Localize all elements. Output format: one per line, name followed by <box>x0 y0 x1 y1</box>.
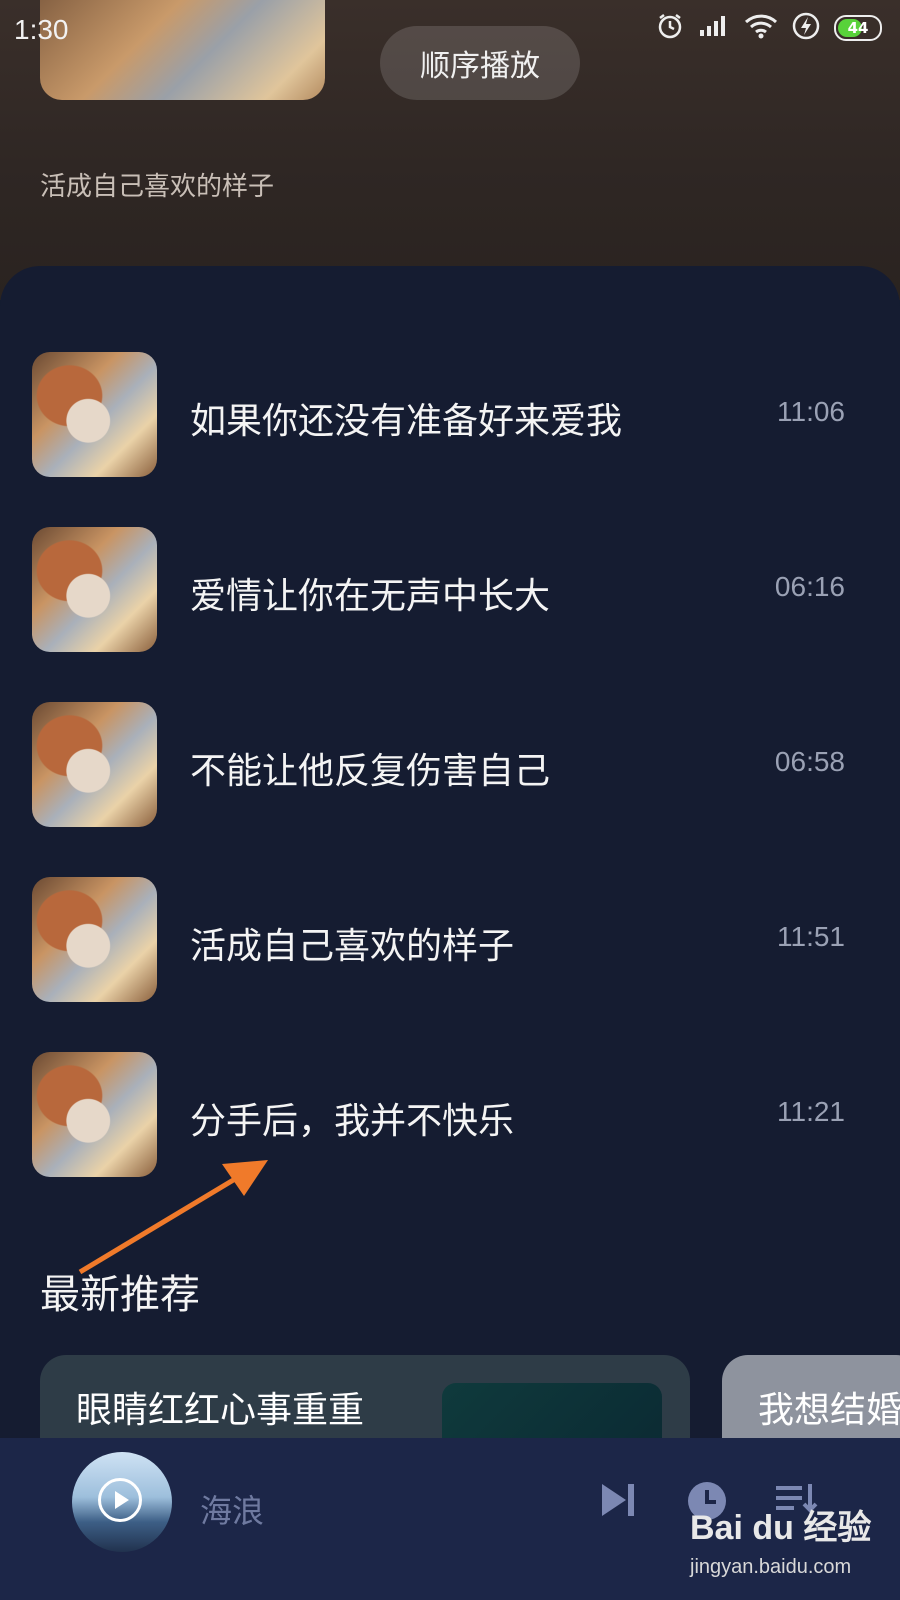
track-title: 如果你还没有准备好来爱我 <box>190 401 623 442</box>
next-track-button[interactable] <box>598 1480 638 1524</box>
track-duration: 11:51 <box>777 921 845 952</box>
battery-level: 44 <box>847 19 869 37</box>
track-thumbnail <box>32 877 157 1002</box>
charging-icon <box>792 12 820 44</box>
recommend-section-title: 最新推荐 <box>40 1272 200 1318</box>
recommend-card[interactable]: 眼睛红红心事重重 <box>40 1355 690 1445</box>
status-icons: 44 <box>656 12 882 44</box>
skip-next-icon <box>602 1484 634 1516</box>
track-row[interactable]: 活成自己喜欢的样子 11:51 <box>0 877 900 1002</box>
play-icon[interactable] <box>98 1478 142 1522</box>
playlist-subtitle: 活成自己喜欢的样子 <box>40 172 275 202</box>
status-bar: 1:30 44 <box>0 0 900 60</box>
now-playing-title: 海浪 <box>200 1492 265 1530</box>
recommend-card[interactable]: 我想结婚 <box>722 1355 900 1445</box>
recommend-card-title: 我想结婚 <box>758 1390 900 1431</box>
track-thumbnail <box>32 702 157 827</box>
recommend-card-image <box>442 1383 662 1445</box>
track-title: 活成自己喜欢的样子 <box>190 926 515 967</box>
track-title: 爱情让你在无声中长大 <box>190 576 551 617</box>
track-title: 不能让他反复伤害自己 <box>190 751 551 792</box>
baidu-jingyan-watermark: Bai du 经验 jingyan.baidu.com <box>690 1500 890 1590</box>
track-duration: 06:58 <box>774 746 845 777</box>
wifi-icon <box>744 13 778 43</box>
track-row[interactable]: 分手后，我并不快乐 11:21 <box>0 1052 900 1177</box>
recommend-card-title: 眼睛红红心事重重 <box>76 1390 365 1431</box>
watermark-url: jingyan.baidu.com <box>690 1556 852 1578</box>
track-thumbnail <box>32 527 157 652</box>
track-thumbnail <box>32 352 157 477</box>
track-duration: 11:06 <box>777 396 845 427</box>
watermark-logo: Bai du 经验 <box>690 1509 872 1547</box>
battery-icon: 44 <box>834 15 882 41</box>
track-duration: 11:21 <box>777 1096 845 1127</box>
track-thumbnail <box>32 1052 157 1177</box>
now-playing-cover[interactable] <box>72 1452 172 1552</box>
alarm-icon <box>656 12 684 44</box>
track-duration: 06:16 <box>774 571 845 602</box>
track-row[interactable]: 爱情让你在无声中长大 06:16 <box>0 527 900 652</box>
track-title: 分手后，我并不快乐 <box>190 1101 515 1142</box>
signal-icon <box>698 14 730 42</box>
track-row[interactable]: 不能让他反复伤害自己 06:58 <box>0 702 900 827</box>
track-row[interactable]: 如果你还没有准备好来爱我 11:06 <box>0 352 900 477</box>
status-time: 1:30 <box>14 14 69 45</box>
